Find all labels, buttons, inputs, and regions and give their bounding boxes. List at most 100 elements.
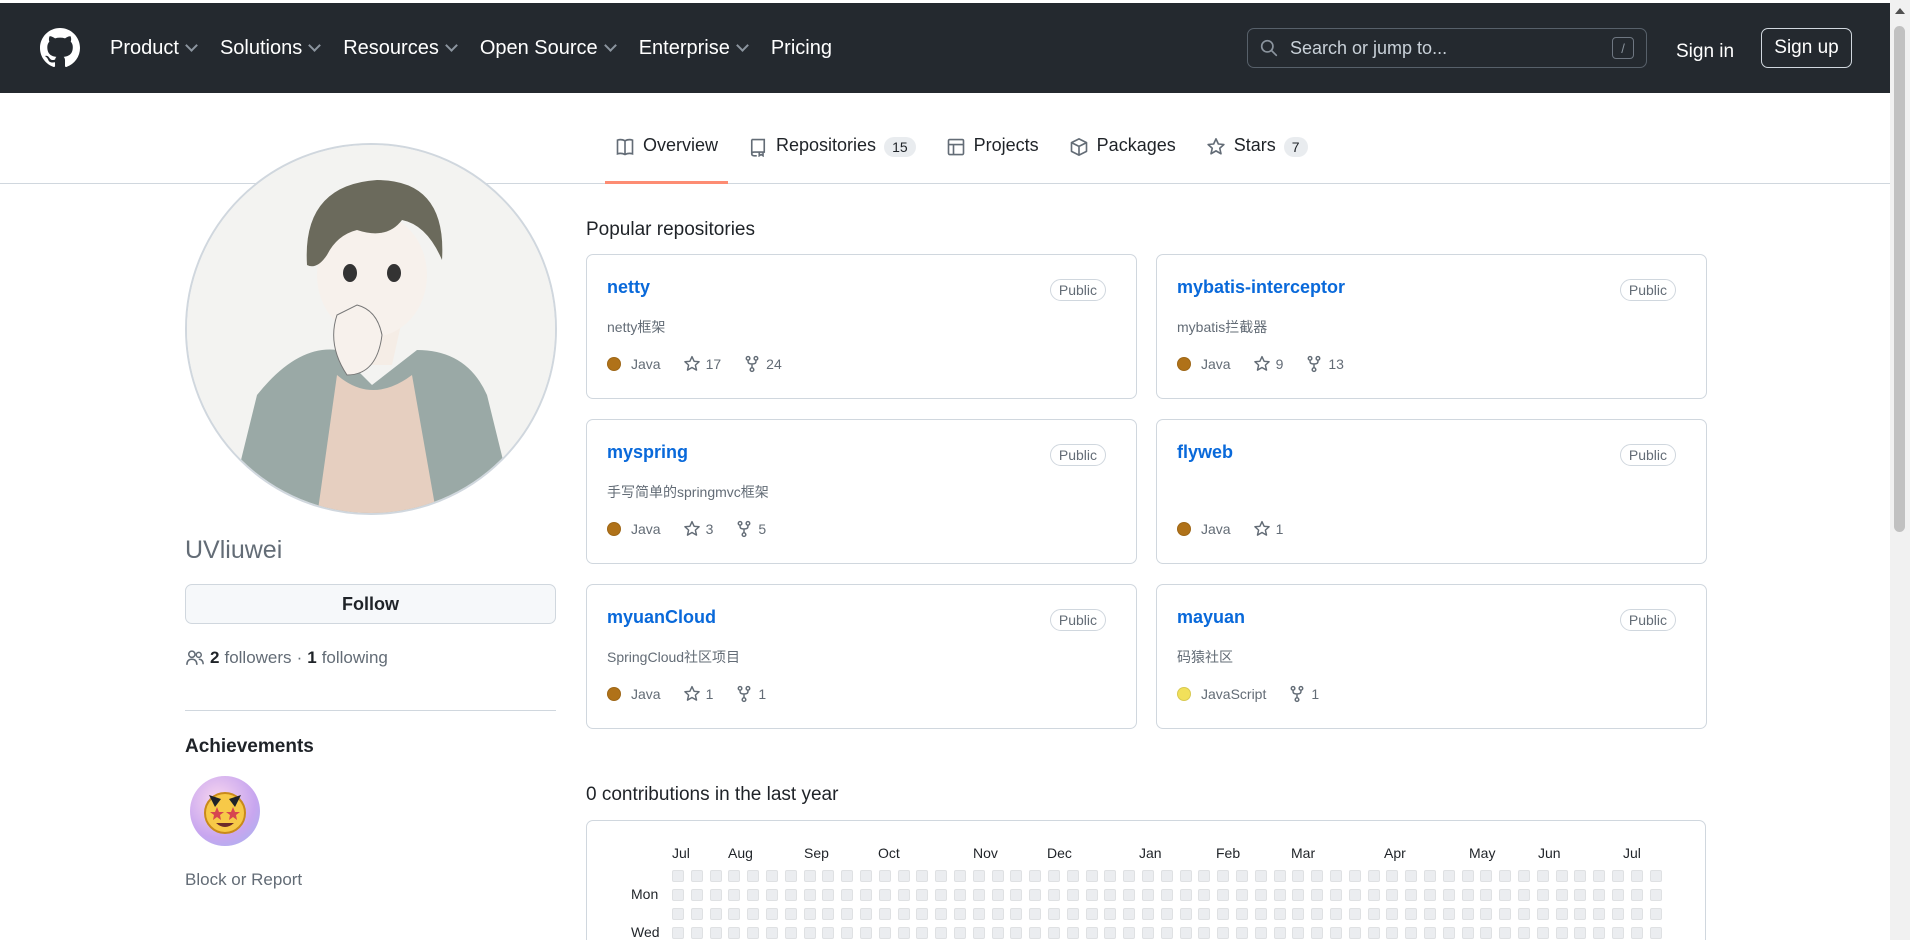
contribution-day-cell[interactable]: [1649, 870, 1662, 882]
contribution-day-cell[interactable]: [1518, 908, 1530, 920]
contribution-day-cell[interactable]: [1612, 927, 1624, 939]
contribution-day-cell[interactable]: [728, 870, 741, 882]
contribution-day-cell[interactable]: [1593, 870, 1606, 882]
contribution-day-cell[interactable]: [897, 927, 910, 939]
contribution-day-cell[interactable]: [954, 927, 966, 939]
contribution-day-cell[interactable]: [1311, 889, 1324, 901]
contribution-day-cell[interactable]: [1029, 889, 1042, 901]
contribution-day-cell[interactable]: [841, 908, 854, 920]
contribution-day-cell[interactable]: [1066, 889, 1079, 901]
contribution-day-cell[interactable]: [1104, 870, 1117, 882]
contribution-day-cell[interactable]: [672, 889, 684, 901]
contribution-day-cell[interactable]: [690, 889, 703, 901]
contribution-day-cell[interactable]: [1160, 889, 1173, 901]
nav-item-enterprise[interactable]: Enterprise: [639, 37, 749, 60]
contribution-day-cell[interactable]: [1612, 908, 1624, 920]
contribution-day-cell[interactable]: [728, 927, 741, 939]
contribution-day-cell[interactable]: [1198, 889, 1211, 901]
contribution-day-cell[interactable]: [1292, 889, 1305, 901]
contribution-day-cell[interactable]: [954, 870, 966, 882]
contribution-day-cell[interactable]: [972, 927, 985, 939]
contribution-day-cell[interactable]: [1386, 908, 1399, 920]
repo-name-link[interactable]: mayuan: [1177, 607, 1245, 627]
contribution-day-cell[interactable]: [1104, 927, 1117, 939]
tab-stars[interactable]: Stars 7: [1196, 123, 1318, 184]
contribution-day-cell[interactable]: [841, 927, 854, 939]
contribution-day-cell[interactable]: [1499, 870, 1512, 882]
repo-name-link[interactable]: flyweb: [1177, 442, 1233, 462]
contribution-day-cell[interactable]: [991, 927, 1004, 939]
contribution-day-cell[interactable]: [1518, 889, 1530, 901]
repo-forks[interactable]: 1: [1288, 685, 1319, 703]
contribution-day-cell[interactable]: [1442, 870, 1455, 882]
scroll-up-arrow-icon[interactable]: [1895, 8, 1905, 14]
contribution-day-cell[interactable]: [1461, 927, 1474, 939]
contribution-day-cell[interactable]: [1254, 870, 1267, 882]
contribution-day-cell[interactable]: [1555, 889, 1568, 901]
contribution-day-cell[interactable]: [935, 927, 948, 939]
contribution-day-cell[interactable]: [1612, 870, 1624, 882]
contribution-day-cell[interactable]: [1048, 908, 1060, 920]
contribution-day-cell[interactable]: [1630, 927, 1643, 939]
contribution-day-cell[interactable]: [916, 889, 929, 901]
sign-in-link[interactable]: Sign in: [1676, 41, 1734, 63]
contribution-day-cell[interactable]: [766, 927, 778, 939]
followers-count[interactable]: 2: [210, 648, 219, 668]
contribution-day-cell[interactable]: [1273, 889, 1286, 901]
contribution-day-cell[interactable]: [747, 927, 760, 939]
contribution-day-cell[interactable]: [1555, 927, 1568, 939]
contribution-day-cell[interactable]: [1029, 927, 1042, 939]
contribution-day-cell[interactable]: [766, 908, 778, 920]
contribution-day-cell[interactable]: [897, 889, 910, 901]
github-logo-icon[interactable]: [40, 28, 80, 68]
contribution-day-cell[interactable]: [1273, 908, 1286, 920]
contribution-day-cell[interactable]: [972, 889, 985, 901]
contribution-day-cell[interactable]: [1386, 927, 1399, 939]
contribution-day-cell[interactable]: [1348, 927, 1361, 939]
contribution-day-cell[interactable]: [1630, 870, 1643, 882]
contribution-day-cell[interactable]: [1273, 870, 1286, 882]
page-scrollbar[interactable]: [1890, 0, 1910, 940]
starstruck-achievement-icon[interactable]: [190, 776, 260, 846]
contribution-day-cell[interactable]: [822, 908, 835, 920]
contribution-day-cell[interactable]: [1160, 908, 1173, 920]
contribution-day-cell[interactable]: [1179, 927, 1192, 939]
contribution-day-cell[interactable]: [1649, 927, 1662, 939]
nav-item-solutions[interactable]: Solutions: [220, 37, 322, 60]
contribution-day-cell[interactable]: [841, 889, 854, 901]
contribution-day-cell[interactable]: [784, 927, 797, 939]
contribution-day-cell[interactable]: [1424, 870, 1436, 882]
repo-name-link[interactable]: myuanCloud: [607, 607, 716, 627]
contribution-day-cell[interactable]: [1142, 870, 1154, 882]
contribution-day-cell[interactable]: [935, 908, 948, 920]
contribution-day-cell[interactable]: [1104, 908, 1117, 920]
contribution-day-cell[interactable]: [1048, 927, 1060, 939]
contribution-day-cell[interactable]: [1123, 870, 1136, 882]
contribution-day-cell[interactable]: [1048, 889, 1060, 901]
contribution-day-cell[interactable]: [954, 889, 966, 901]
contribution-day-cell[interactable]: [1292, 870, 1305, 882]
contribution-day-cell[interactable]: [1066, 908, 1079, 920]
contribution-day-cell[interactable]: [784, 889, 797, 901]
contribution-day-cell[interactable]: [878, 927, 891, 939]
contribution-day-cell[interactable]: [1574, 927, 1587, 939]
contribution-day-cell[interactable]: [1367, 908, 1380, 920]
contribution-day-cell[interactable]: [1536, 870, 1549, 882]
contribution-day-cell[interactable]: [860, 927, 872, 939]
contribution-day-cell[interactable]: [1254, 908, 1267, 920]
search-input[interactable]: Search or jump to... /: [1247, 28, 1647, 68]
contribution-day-cell[interactable]: [766, 889, 778, 901]
contribution-day-cell[interactable]: [1480, 927, 1493, 939]
contribution-day-cell[interactable]: [803, 889, 816, 901]
contribution-day-cell[interactable]: [690, 870, 703, 882]
contribution-day-cell[interactable]: [1217, 908, 1230, 920]
contribution-day-cell[interactable]: [991, 870, 1004, 882]
contribution-day-cell[interactable]: [1649, 889, 1662, 901]
contribution-day-cell[interactable]: [1311, 908, 1324, 920]
tab-overview[interactable]: Overview: [605, 123, 729, 184]
contribution-day-cell[interactable]: [1330, 889, 1342, 901]
contribution-day-cell[interactable]: [1499, 889, 1512, 901]
contribution-day-cell[interactable]: [1536, 927, 1549, 939]
contribution-day-cell[interactable]: [747, 908, 760, 920]
contribution-day-cell[interactable]: [1574, 889, 1587, 901]
